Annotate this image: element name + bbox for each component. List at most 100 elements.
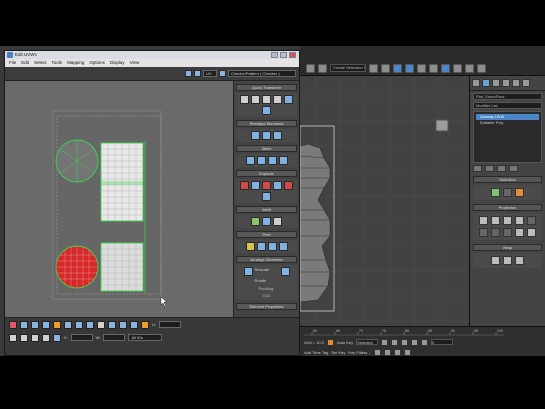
zoom-view-icon[interactable] — [20, 333, 28, 342]
menu-edit[interactable]: Edit — [21, 59, 29, 67]
play-icon[interactable] — [401, 338, 409, 346]
element-mode-icon[interactable] — [42, 320, 50, 329]
explode-header[interactable]: Explode — [236, 170, 297, 177]
maximize-viewport-icon[interactable] — [403, 348, 411, 356]
align-z-icon[interactable] — [491, 228, 500, 237]
goto-start-icon[interactable] — [381, 338, 389, 346]
add-time-tag-label[interactable]: Add Time Tag — [304, 350, 328, 355]
hierarchy-tab-icon[interactable] — [492, 79, 500, 87]
uv-canvas[interactable] — [5, 81, 233, 317]
material-editor-icon[interactable] — [441, 63, 450, 73]
align-vertical-icon[interactable] — [251, 95, 260, 104]
planar-map-icon[interactable] — [479, 216, 488, 225]
graphite-ribbon-icon[interactable] — [405, 63, 414, 73]
auto-key-icon[interactable] — [326, 338, 334, 346]
current-frame-field[interactable]: 0 — [431, 339, 454, 345]
uv-dropdown[interactable]: UV — [203, 70, 217, 77]
maximize-icon[interactable] — [280, 52, 287, 58]
create-tab-icon[interactable] — [472, 79, 480, 87]
menu-view[interactable]: View — [130, 59, 140, 67]
selection-rollout-header[interactable]: Selection — [473, 176, 542, 183]
vertex-select-icon[interactable] — [491, 188, 500, 197]
modifier-list-dropdown[interactable]: Modifier List — [473, 102, 542, 109]
render-icon[interactable] — [477, 63, 486, 73]
id-filter-dropdown[interactable]: All IDs — [128, 334, 163, 341]
scale-icon[interactable] — [130, 320, 138, 329]
cylindrical-map-icon[interactable] — [491, 216, 500, 225]
rescale-checkbox[interactable]: Rescale — [255, 267, 279, 276]
straighten-icon[interactable] — [251, 131, 260, 140]
key-filters-button[interactable]: Key Filters... — [348, 350, 370, 355]
fit-icon[interactable] — [503, 228, 512, 237]
zoom-extents-icon[interactable] — [42, 333, 50, 342]
freeform-icon[interactable] — [141, 320, 149, 329]
stitch-target-icon[interactable] — [245, 156, 255, 165]
box-map-icon[interactable] — [515, 216, 524, 225]
spline-map-icon[interactable] — [491, 256, 500, 265]
element-properties-header[interactable]: Element Properties — [236, 303, 297, 310]
close-icon[interactable] — [289, 52, 296, 58]
w-field[interactable] — [103, 334, 126, 341]
detach-icon[interactable] — [251, 181, 260, 190]
pin-icon[interactable] — [278, 242, 288, 251]
stack-item-editable-poly[interactable]: Editable Poly — [476, 120, 539, 126]
snap-icon[interactable] — [306, 63, 315, 73]
menu-options[interactable]: Options — [89, 59, 105, 67]
pivot-icon[interactable] — [284, 95, 293, 104]
quick-peel-icon[interactable] — [245, 242, 255, 251]
show-end-result-icon[interactable] — [485, 165, 494, 172]
break-icon[interactable] — [240, 181, 249, 190]
target-weld-icon[interactable] — [251, 217, 260, 226]
rotate-checkbox[interactable]: Rotate — [255, 278, 279, 284]
zoom-icon[interactable] — [373, 348, 381, 356]
pack-custom-icon[interactable] — [280, 267, 290, 276]
schematic-view-icon[interactable] — [429, 63, 438, 73]
quick-transform-header[interactable]: Quick Transform — [236, 84, 297, 91]
reshape-elements-header[interactable]: Reshape Elements — [236, 120, 297, 127]
weld-selected-icon[interactable] — [262, 217, 271, 226]
pin-stack-icon[interactable] — [473, 165, 482, 172]
display-tab-icon[interactable] — [512, 79, 520, 87]
stitch-average-icon[interactable] — [256, 156, 266, 165]
next-frame-icon[interactable] — [411, 338, 419, 346]
edge-select-icon[interactable] — [503, 188, 512, 197]
weld-settings-icon[interactable] — [273, 217, 282, 226]
peel-mode-icon[interactable] — [256, 242, 266, 251]
prev-frame-icon[interactable] — [391, 338, 399, 346]
shrink-selection-icon[interactable] — [64, 320, 72, 329]
relax-icon[interactable] — [262, 131, 271, 140]
zoom-region-icon[interactable] — [31, 333, 39, 342]
motion-tab-icon[interactable] — [502, 79, 510, 87]
render-frame-icon[interactable] — [465, 63, 474, 73]
align-y-icon[interactable] — [479, 228, 488, 237]
flatten-by-material-icon[interactable] — [284, 181, 293, 190]
move-icon[interactable] — [108, 320, 116, 329]
uv-mode-icon[interactable] — [194, 70, 201, 77]
face-mode-icon[interactable] — [31, 320, 39, 329]
make-unique-icon[interactable] — [497, 165, 506, 172]
v-field[interactable] — [70, 334, 93, 341]
set-key-label[interactable]: Set Key — [331, 350, 345, 355]
edge-mode-icon[interactable] — [20, 320, 28, 329]
reset-icon[interactable] — [527, 228, 536, 237]
curve-editor-icon[interactable] — [417, 63, 426, 73]
rotate-icon[interactable] — [119, 320, 127, 329]
pan-icon[interactable] — [383, 348, 391, 356]
polygon-select-icon[interactable] — [515, 188, 524, 197]
remove-modifier-icon[interactable] — [509, 165, 518, 172]
rotate-90-icon[interactable] — [262, 95, 271, 104]
pan-view-icon[interactable] — [9, 333, 17, 342]
align-horizontal-icon[interactable] — [240, 95, 249, 104]
pack-normalize-icon[interactable] — [243, 267, 253, 276]
checker-pattern-dropdown[interactable]: CheckerPattern ( Checker ) — [228, 70, 296, 77]
flatten-by-polygon-icon[interactable] — [262, 181, 271, 190]
relax-settings-icon[interactable] — [273, 131, 282, 140]
menu-display[interactable]: Display — [110, 59, 125, 67]
view-mode-icon[interactable] — [185, 70, 192, 77]
stitch-source-icon[interactable] — [267, 156, 277, 165]
align-to-edge-icon[interactable] — [262, 106, 271, 115]
show-map-icon[interactable] — [219, 70, 226, 77]
ring-icon[interactable] — [86, 320, 94, 329]
vertex-mode-icon[interactable] — [9, 320, 17, 329]
render-setup-icon[interactable] — [453, 63, 462, 73]
